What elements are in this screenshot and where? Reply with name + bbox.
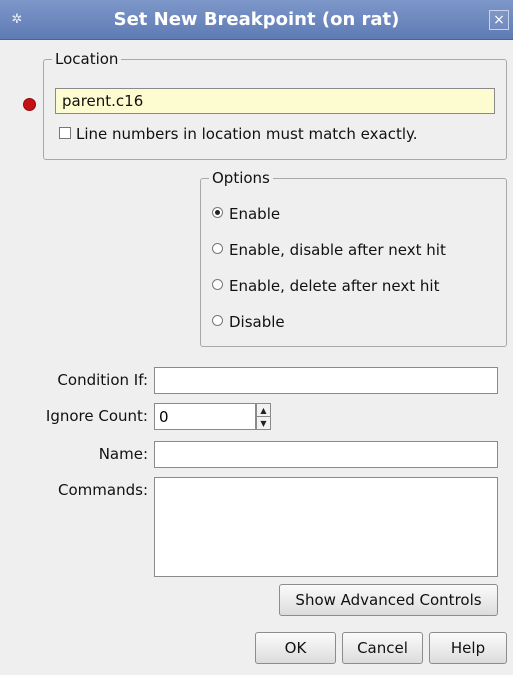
breakpoint-marker-icon <box>23 98 36 111</box>
ignore-count-label: Ignore Count: <box>45 407 148 425</box>
help-button[interactable]: Help <box>429 632 507 664</box>
cancel-button[interactable]: Cancel <box>342 632 423 664</box>
option-enable-disable-after-hit-label: Enable, disable after next hit <box>229 241 446 259</box>
option-disable-label: Disable <box>229 313 285 331</box>
name-input[interactable] <box>154 441 498 468</box>
location-input[interactable] <box>55 88 495 114</box>
match-exactly-label: Line numbers in location must match exac… <box>76 125 418 143</box>
bug-icon[interactable]: ✲ <box>8 11 26 29</box>
commands-textarea[interactable] <box>154 477 498 577</box>
ignore-count-input[interactable] <box>154 403 256 430</box>
match-exactly-checkbox[interactable] <box>59 126 71 139</box>
option-enable-label: Enable <box>229 205 281 223</box>
radio-enable[interactable] <box>212 207 223 218</box>
radio-enable-delete-after-hit[interactable] <box>212 279 223 290</box>
option-enable[interactable]: Enable <box>212 205 280 227</box>
option-enable-delete-after-hit-label: Enable, delete after next hit <box>229 277 440 295</box>
match-exactly-checkbox-row[interactable]: Line numbers in location must match exac… <box>59 125 418 145</box>
ok-button[interactable]: OK <box>255 632 336 664</box>
ignore-count-spinner[interactable]: ▲ ▼ <box>256 403 271 430</box>
spinner-up-icon[interactable]: ▲ <box>257 404 270 417</box>
radio-enable-disable-after-hit[interactable] <box>212 243 223 254</box>
location-legend: Location <box>55 50 119 68</box>
option-enable-delete-after-hit[interactable]: Enable, delete after next hit <box>212 277 439 299</box>
window-title: Set New Breakpoint (on rat) <box>113 9 400 30</box>
option-disable[interactable]: Disable <box>212 313 285 335</box>
radio-disable[interactable] <box>212 315 223 326</box>
spinner-down-icon[interactable]: ▼ <box>257 417 270 430</box>
title-bar: ✲ Set New Breakpoint (on rat) × <box>0 0 513 40</box>
name-label: Name: <box>98 445 148 463</box>
condition-label: Condition If: <box>57 371 148 389</box>
options-legend: Options <box>212 169 270 187</box>
show-advanced-controls-button[interactable]: Show Advanced Controls <box>279 584 498 616</box>
option-enable-disable-after-hit[interactable]: Enable, disable after next hit <box>212 241 446 263</box>
condition-input[interactable] <box>154 367 498 394</box>
close-button[interactable]: × <box>489 10 509 30</box>
commands-label: Commands: <box>58 481 148 499</box>
